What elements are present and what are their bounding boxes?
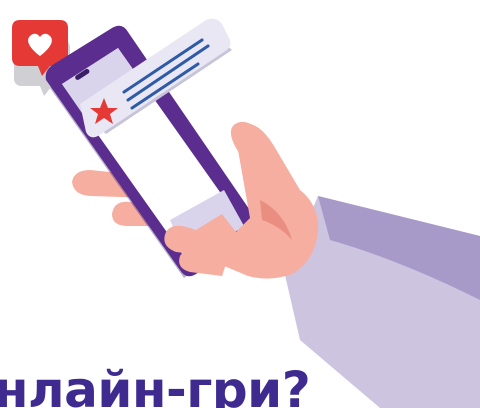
phone-in-hand-illustration bbox=[12, 18, 480, 408]
stage: нлайн-гри? bbox=[0, 0, 480, 408]
headline-text: нлайн-гри? bbox=[0, 361, 311, 408]
